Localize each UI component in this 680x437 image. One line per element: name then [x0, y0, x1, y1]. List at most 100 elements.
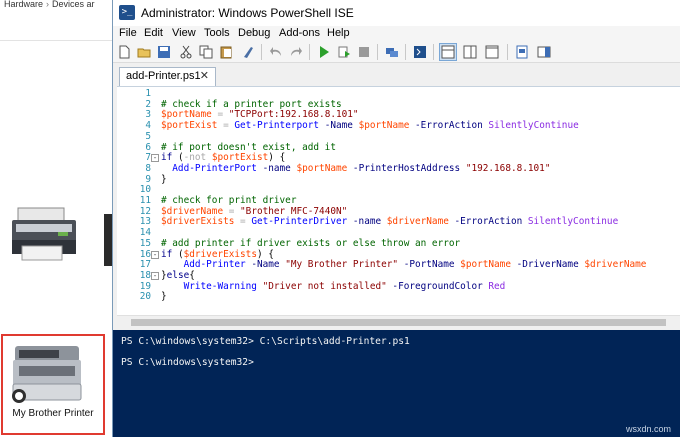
code-token: $portName — [460, 259, 511, 271]
open-folder-icon[interactable] — [135, 43, 153, 61]
code-line: } — [161, 174, 167, 185]
code-token: if — [161, 152, 173, 164]
console-pane[interactable]: PS C:\windows\system32> C:\Scripts\add-P… — [113, 330, 680, 437]
fold-toggle-icon[interactable]: - — [151, 250, 159, 259]
remote-tab-icon[interactable] — [383, 43, 401, 61]
show-addon-tools-icon[interactable] — [535, 43, 553, 61]
line-number: 7 — [145, 152, 151, 164]
device-printer-icon[interactable] — [8, 206, 80, 262]
line-number: 14 — [139, 227, 151, 239]
tab-label: add-Printer.ps1 — [126, 70, 201, 82]
code-token: -ErrorAction — [448, 216, 528, 228]
code-token: -PortName — [398, 259, 461, 271]
code-token: = — [223, 205, 241, 217]
code-token: -PrinterHostAddress — [347, 162, 466, 174]
code-token: # check if a printer port exists — [161, 98, 342, 110]
toolbar-separator — [433, 44, 434, 60]
toolbar-separator — [261, 44, 262, 60]
code-line: if (-not $portExist) { — [161, 152, 285, 163]
fold-toggle-icon[interactable]: - — [151, 271, 159, 280]
menu-add-ons[interactable]: Add-ons — [277, 26, 322, 41]
tab-add-printer[interactable]: add-Printer.ps1 ✕ — [119, 67, 216, 86]
title-bar[interactable]: >_ Administrator: Windows PowerShell ISE — [113, 0, 680, 26]
fold-toggle-icon[interactable]: - — [151, 154, 159, 163]
code-token: $portName — [296, 162, 348, 174]
scrollbar-thumb[interactable] — [131, 319, 666, 326]
code-token: "TCPPort:192.168.8.101" — [228, 109, 359, 121]
code-token: $driverName — [386, 216, 449, 228]
toolbar-separator — [377, 44, 378, 60]
code-token: SilentlyContinue — [488, 120, 579, 132]
device-partial-icon[interactable] — [102, 210, 112, 270]
line-number: 20 — [139, 291, 151, 303]
printer-name-label: My Brother Printer — [12, 408, 94, 419]
toolbar-separator — [405, 44, 406, 60]
code-token: $driverExists — [161, 216, 235, 228]
line-number: 8 — [145, 162, 151, 174]
line-number: 18 — [139, 269, 151, 281]
code-token: } — [161, 291, 167, 303]
code-token: { — [189, 269, 195, 281]
menu-help[interactable]: Help — [325, 26, 352, 41]
menu-tools[interactable]: Tools — [202, 26, 232, 41]
explorer-window: Hardware › Devices ar My Brother Printer — [0, 0, 112, 437]
stop-icon[interactable] — [355, 43, 373, 61]
menu-view[interactable]: View — [170, 26, 198, 41]
selected-device-box[interactable]: My Brother Printer — [1, 334, 105, 435]
save-icon[interactable] — [155, 43, 173, 61]
window-title: Administrator: Windows PowerShell ISE — [141, 6, 354, 20]
horizontal-scrollbar[interactable] — [117, 315, 680, 328]
clear-console-icon[interactable] — [239, 43, 257, 61]
run-script-icon[interactable] — [315, 43, 333, 61]
code-token: -Name — [319, 120, 359, 132]
code-token: $driverName — [584, 259, 647, 271]
script-editor[interactable]: 1 2 # check if a printer port exists 3 $port… — [117, 86, 680, 315]
code-token: "Brother MFC-7440N" — [240, 205, 348, 217]
code-line: $portExist = Get-Printerport -Name $port… — [161, 120, 579, 131]
breadcrumb-hardware[interactable]: Hardware — [4, 0, 43, 9]
code-token: else — [166, 269, 190, 281]
line-number: 11 — [139, 195, 151, 206]
show-script-pane-max-icon[interactable] — [483, 43, 501, 61]
show-command-window-icon[interactable] — [513, 43, 531, 61]
menu-file[interactable]: File — [117, 26, 139, 41]
code-token: -Name — [245, 259, 286, 271]
breadcrumb-separator: › — [46, 0, 50, 9]
code-line: Add-PrinterPort -name $portName -Printer… — [161, 163, 550, 174]
show-script-pane-right-icon[interactable] — [461, 43, 479, 61]
menu-edit[interactable]: Edit — [142, 26, 165, 41]
start-powershell-icon[interactable] — [411, 43, 429, 61]
code-token: $portName — [161, 109, 212, 121]
powershell-ise-window: >_ Administrator: Windows PowerShell ISE… — [112, 0, 680, 437]
close-tab-icon[interactable]: ✕ — [200, 68, 209, 85]
code-line: # check for print driver — [161, 195, 296, 206]
show-script-pane-top-icon[interactable] — [439, 43, 457, 61]
code-token: $portExist — [161, 120, 218, 132]
code-token: -ForegroundColor — [386, 280, 489, 292]
code-line: # add printer if driver exists or else t… — [161, 238, 460, 249]
cut-icon[interactable] — [177, 43, 195, 61]
line-number: 4 — [145, 120, 151, 132]
code-token: # add printer if driver exists or else t… — [161, 237, 461, 249]
code-token: $driverExists — [183, 248, 257, 260]
code-token: Get-Printerport — [234, 120, 320, 132]
code-token: "My Brother Printer" — [285, 259, 399, 271]
undo-icon[interactable] — [267, 43, 285, 61]
run-selection-icon[interactable] — [335, 43, 353, 61]
line-number: 1 — [145, 88, 151, 99]
new-file-icon[interactable] — [115, 43, 133, 61]
partial-device-icon — [104, 214, 112, 266]
code-token: # check for print driver — [161, 195, 297, 206]
code-token: ) { — [256, 248, 274, 260]
breadcrumb-devices[interactable]: Devices ar — [52, 0, 95, 9]
copy-icon[interactable] — [197, 43, 215, 61]
menu-debug[interactable]: Debug — [236, 26, 272, 41]
code-line: $driverExists = Get-PrinterDriver -name … — [161, 216, 618, 227]
console-line: PS C:\windows\system32> — [121, 357, 254, 368]
code-token: # if port doesn't exist, add it — [161, 141, 336, 153]
code-token: Add-PrinterPort — [161, 162, 257, 174]
code-token: if — [161, 248, 173, 260]
paste-icon[interactable] — [217, 43, 235, 61]
code-token: -name — [347, 216, 387, 228]
redo-icon[interactable] — [287, 43, 305, 61]
